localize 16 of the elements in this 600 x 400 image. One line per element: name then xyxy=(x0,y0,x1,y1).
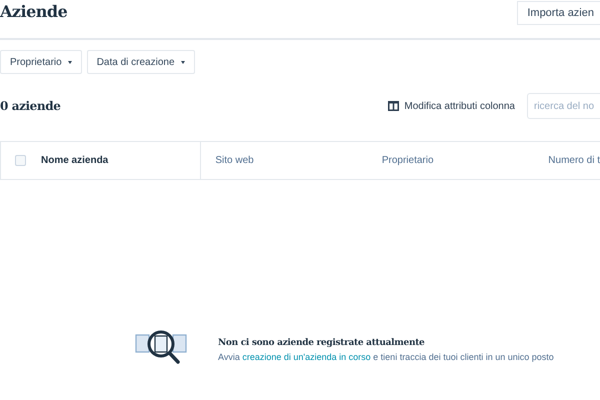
record-count: 0 aziende xyxy=(0,99,60,113)
column-header[interactable]: Proprietario xyxy=(382,155,434,166)
search-field[interactable]: ricerca del no xyxy=(527,93,600,119)
column-header[interactable]: Numero di t xyxy=(548,155,600,166)
columns-icon xyxy=(388,101,400,111)
filter-dropdown[interactable]: Data di creazione xyxy=(86,50,195,74)
edit-columns-link[interactable]: Modifica attributi colonna xyxy=(388,100,515,112)
import-button[interactable]: Importa azien xyxy=(517,1,600,25)
empty-state-text: Avvia creazione di un'azienda in corso e tieni traccia dei tuoi clienti in un unico posto xyxy=(218,352,554,362)
filter-dropdown[interactable]: Proprietario xyxy=(0,50,82,74)
select-all-checkbox[interactable] xyxy=(15,155,26,166)
column-header[interactable]: Sito web xyxy=(215,155,254,166)
page-title: Aziende xyxy=(0,2,68,21)
column-header[interactable]: Nome azienda xyxy=(41,155,108,166)
create-company-link[interactable]: creazione di un'azienda in corso xyxy=(242,352,371,362)
empty-state-title: Non ci sono aziende registrate attualmente xyxy=(218,338,426,348)
